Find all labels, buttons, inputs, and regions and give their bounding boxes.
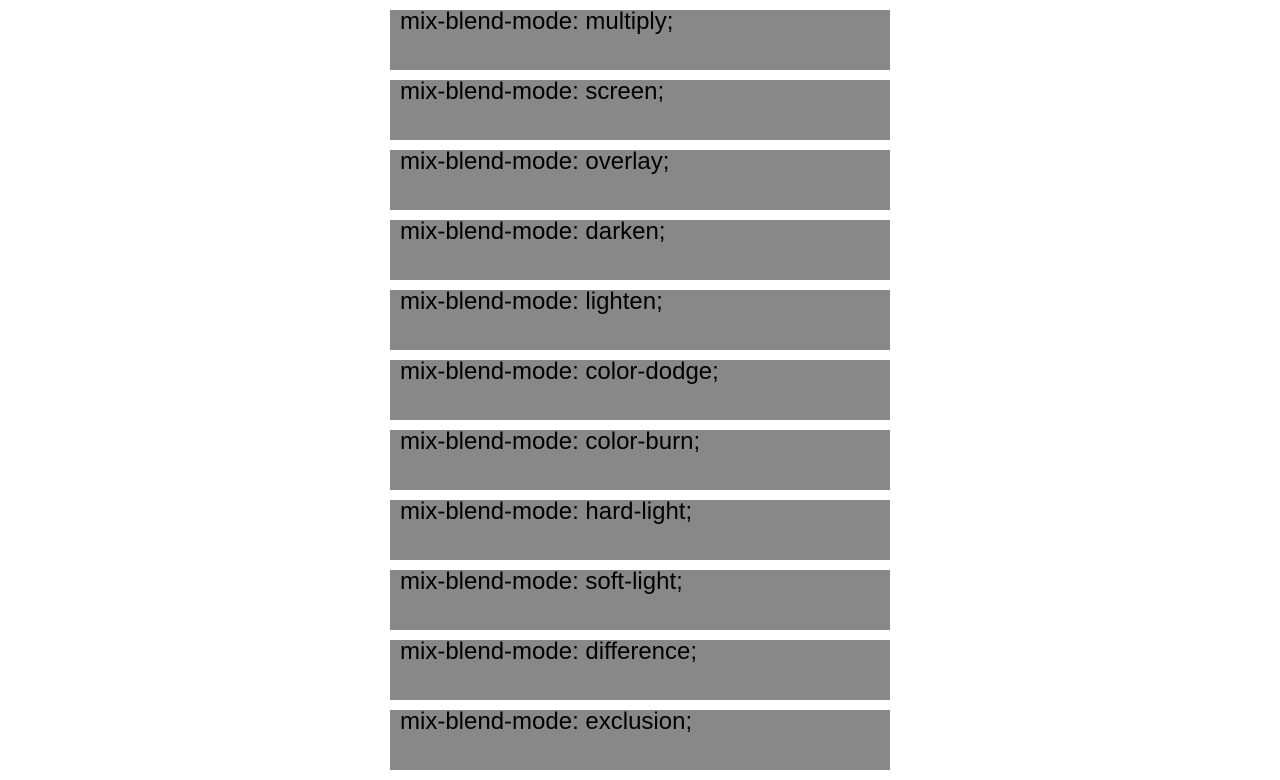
blend-label: mix-blend-mode: darken; (400, 220, 666, 245)
blend-box-soft-light: mix-blend-mode: soft-light; (390, 570, 890, 630)
blend-label: mix-blend-mode: soft-light; (400, 570, 683, 595)
blend-mode-list: mix-blend-mode: multiply; mix-blend-mode… (390, 10, 890, 780)
blend-box-exclusion: mix-blend-mode: exclusion; (390, 710, 890, 770)
blend-box-color-burn: mix-blend-mode: color-burn; (390, 430, 890, 490)
blend-box-hard-light: mix-blend-mode: hard-light; (390, 500, 890, 560)
blend-label: mix-blend-mode: overlay; (400, 150, 670, 175)
blend-label: mix-blend-mode: lighten; (400, 290, 663, 315)
blend-label: mix-blend-mode: exclusion; (400, 710, 693, 735)
blend-label: mix-blend-mode: screen; (400, 80, 665, 105)
blend-box-color-dodge: mix-blend-mode: color-dodge; (390, 360, 890, 420)
blend-box-lighten: mix-blend-mode: lighten; (390, 290, 890, 350)
blend-label: mix-blend-mode: hard-light; (400, 500, 693, 525)
blend-box-difference: mix-blend-mode: difference; (390, 640, 890, 700)
blend-box-multiply: mix-blend-mode: multiply; (390, 10, 890, 70)
blend-label: mix-blend-mode: multiply; (400, 10, 674, 35)
blend-label: mix-blend-mode: difference; (400, 640, 698, 665)
blend-box-overlay: mix-blend-mode: overlay; (390, 150, 890, 210)
blend-label: mix-blend-mode: color-dodge; (400, 360, 719, 385)
blend-box-darken: mix-blend-mode: darken; (390, 220, 890, 280)
blend-label: mix-blend-mode: color-burn; (400, 430, 701, 455)
blend-box-screen: mix-blend-mode: screen; (390, 80, 890, 140)
